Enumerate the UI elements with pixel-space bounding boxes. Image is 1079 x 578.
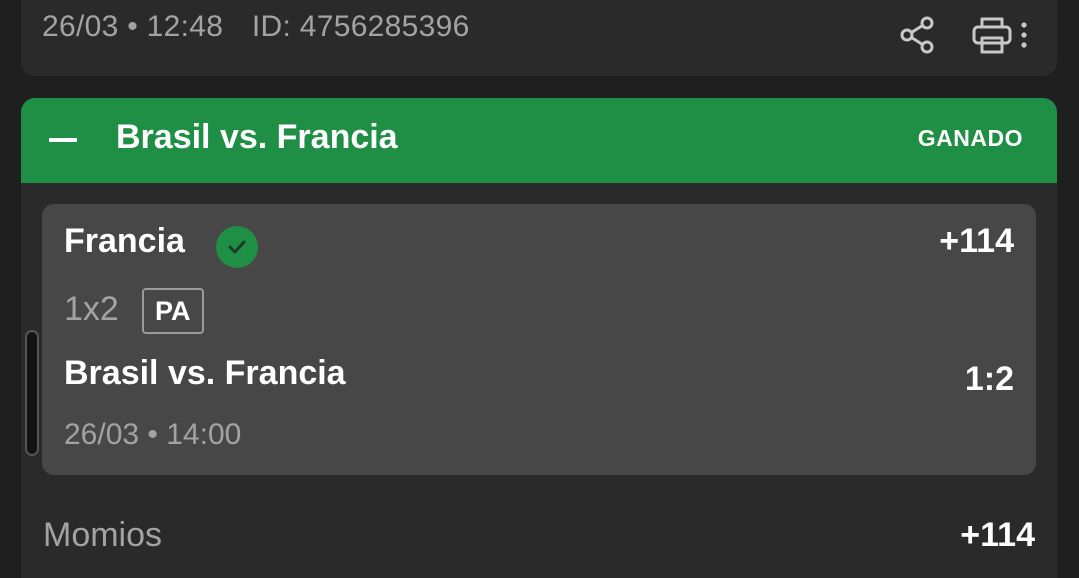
bet-id: ID: 4756285396 bbox=[251, 10, 470, 43]
share-icon[interactable] bbox=[897, 14, 939, 56]
bet-info-bar: 26/03 • 12:48 ID: 4756285396 bbox=[21, 0, 1057, 76]
check-icon bbox=[216, 226, 258, 268]
market-label: 1x2 bbox=[64, 290, 119, 328]
event-datetime: 26/03 • 14:00 bbox=[64, 418, 242, 451]
event-name: Brasil vs. Francia bbox=[64, 354, 346, 392]
more-vertical-icon[interactable] bbox=[1017, 14, 1031, 56]
bet-card: Brasil vs. Francia GANADO Francia +114 1… bbox=[21, 98, 1057, 578]
scrollbar[interactable] bbox=[25, 330, 39, 456]
bet-meta: 26/03 • 12:48 ID: 4756285396 bbox=[42, 10, 470, 44]
selection-team: Francia bbox=[64, 222, 185, 260]
event-score: 1:2 bbox=[964, 360, 1014, 398]
print-icon[interactable] bbox=[971, 14, 1013, 56]
bet-title: Brasil vs. Francia bbox=[116, 118, 398, 156]
selection-card: Francia +114 1x2 PA Brasil vs. Francia 1… bbox=[42, 204, 1036, 475]
status-badge: GANADO bbox=[917, 125, 1023, 151]
selection-odds: +114 bbox=[939, 222, 1014, 260]
odds-value: +114 bbox=[960, 516, 1035, 554]
toolbar bbox=[897, 14, 1031, 56]
pa-badge: PA bbox=[142, 288, 204, 334]
collapse-icon[interactable] bbox=[49, 138, 77, 142]
bet-datetime: 26/03 • 12:48 bbox=[42, 10, 224, 43]
odds-label: Momios bbox=[43, 516, 163, 554]
bet-header[interactable]: Brasil vs. Francia GANADO bbox=[21, 98, 1057, 183]
